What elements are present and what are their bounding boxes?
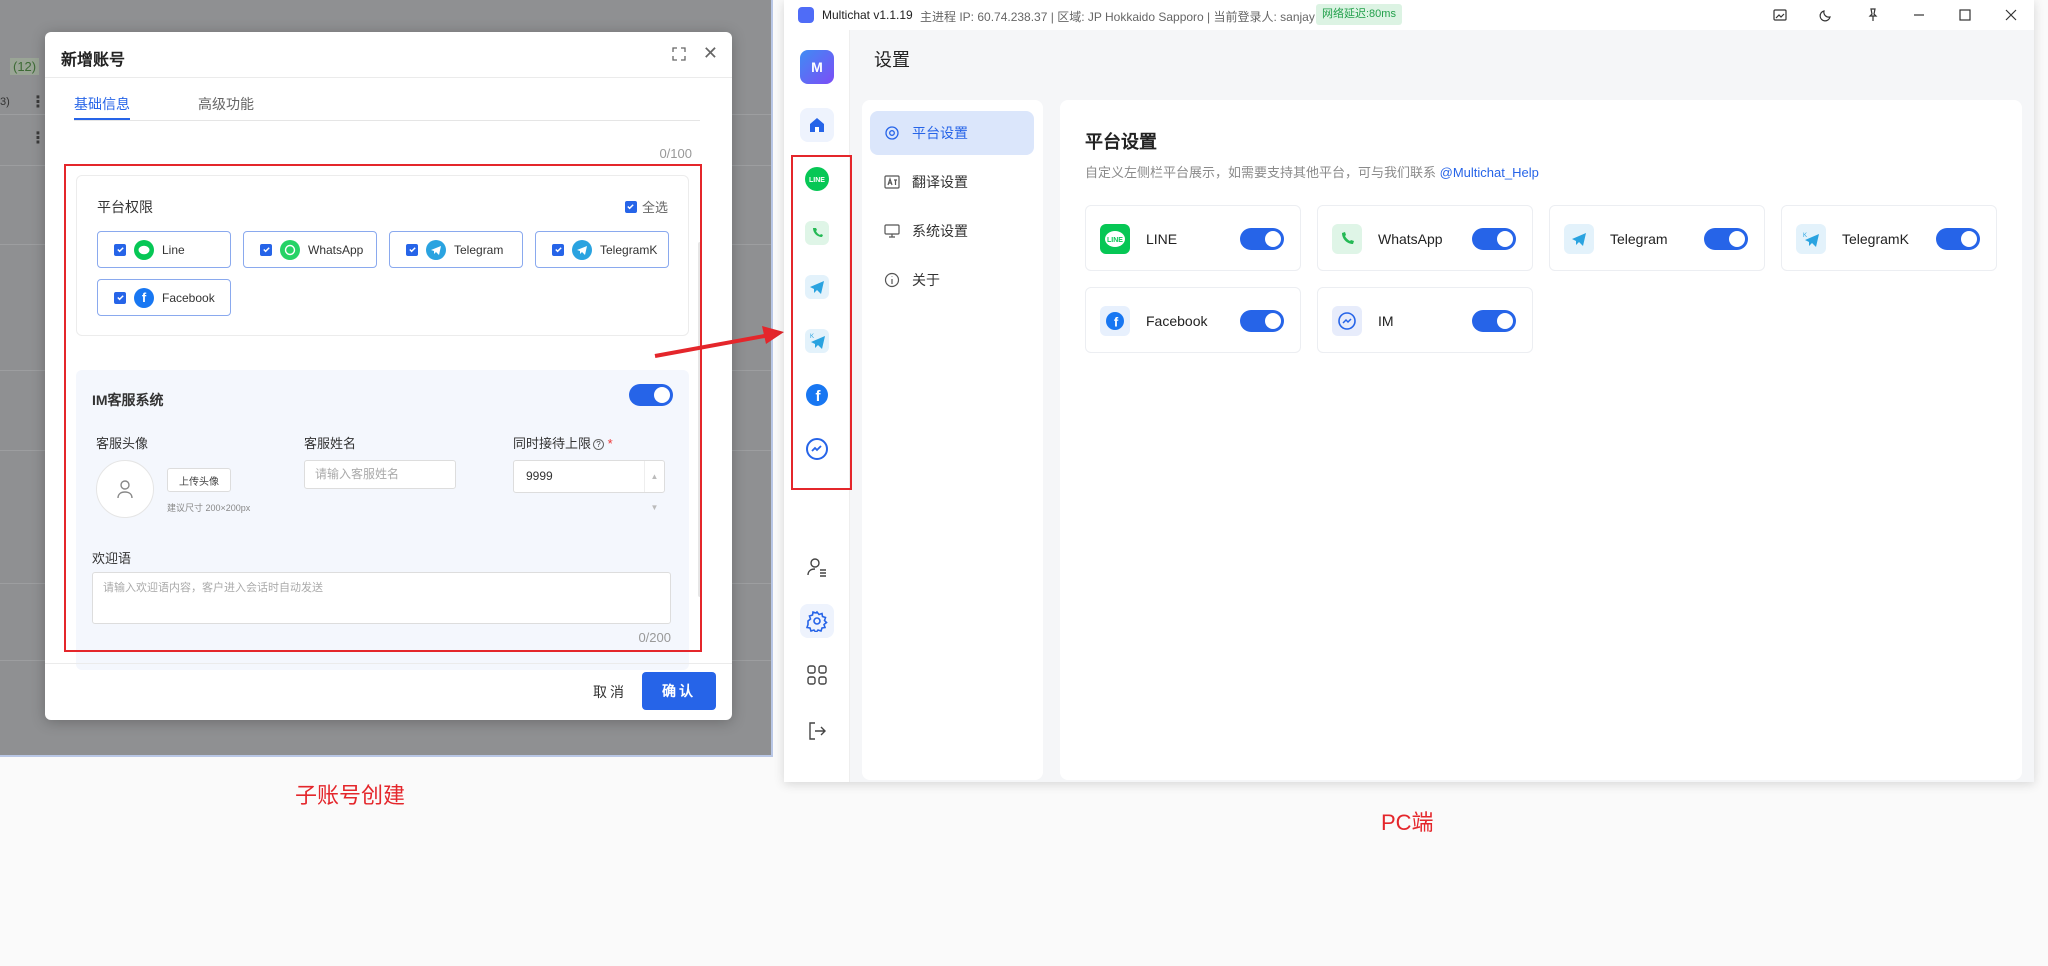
- char-counter: 0/100: [659, 146, 692, 161]
- gear-icon: [884, 125, 900, 141]
- platform-toggle[interactable]: [1704, 228, 1748, 250]
- close-icon[interactable]: ✕: [703, 44, 718, 62]
- svg-text:LINE: LINE: [1107, 237, 1123, 244]
- pin-icon[interactable]: [1864, 6, 1882, 24]
- app-title: Multichat v1.1.19: [822, 8, 913, 22]
- session-info: 主进程 IP: 60.74.238.37 | 区域: JP Hokkaido S…: [920, 10, 1315, 24]
- platform-name: TelegramK: [1842, 231, 1909, 247]
- translate-icon: [884, 174, 900, 190]
- nav-translation-settings[interactable]: 翻译设置: [870, 160, 1034, 204]
- platform-toggle[interactable]: [1472, 228, 1516, 250]
- platform-name: WhatsApp: [1378, 231, 1443, 247]
- page-title: 设置: [874, 50, 910, 70]
- support-link[interactable]: @Multichat_Help: [1440, 165, 1539, 180]
- platform-card-facebook: f Facebook: [1085, 287, 1301, 353]
- app-logo-icon: [798, 7, 814, 23]
- nav-platform-settings[interactable]: 平台设置: [870, 111, 1034, 155]
- platform-card-whatsapp: WhatsApp: [1317, 205, 1533, 271]
- screenshot-icon[interactable]: [1771, 6, 1789, 24]
- description-text: 自定义左侧栏平台展示，如需要支持其他平台，可与我们联系: [1085, 165, 1437, 180]
- highlight-box: [64, 164, 702, 652]
- tab-basic-info[interactable]: 基础信息: [74, 94, 130, 114]
- cancel-button[interactable]: 取消: [580, 674, 640, 710]
- tab-advanced[interactable]: 高级功能: [198, 94, 254, 114]
- nav-system-settings[interactable]: 系统设置: [870, 209, 1034, 253]
- line-icon: LINE: [1100, 224, 1130, 254]
- platform-card-telegram: Telegram: [1549, 205, 1765, 271]
- maximize-icon[interactable]: [1956, 6, 1974, 24]
- info-icon: [884, 272, 900, 288]
- logout-icon[interactable]: [800, 714, 834, 748]
- fullscreen-icon[interactable]: [671, 46, 687, 62]
- platform-toggle[interactable]: [1936, 228, 1980, 250]
- settings-nav: 平台设置 翻译设置 系统设置 关于: [862, 100, 1043, 780]
- facebook-icon: f: [1100, 306, 1130, 336]
- close-icon[interactable]: [2002, 6, 2020, 24]
- svg-text:f: f: [1114, 315, 1119, 330]
- page-header: 设置: [850, 30, 2034, 100]
- nav-label: 系统设置: [912, 223, 968, 239]
- modal-title: 新增账号: [61, 52, 126, 69]
- minimize-icon[interactable]: [1910, 6, 1928, 24]
- platform-name: LINE: [1146, 231, 1178, 247]
- nav-label: 关于: [912, 272, 940, 288]
- platform-settings-panel: 平台设置 自定义左侧栏平台展示，如需要支持其他平台，可与我们联系 @Multic…: [1060, 100, 2022, 780]
- confirm-button[interactable]: 确认: [642, 672, 716, 710]
- platform-toggle[interactable]: [1472, 310, 1516, 332]
- gear-icon[interactable]: [800, 604, 834, 638]
- title-bar: Multichat v1.1.19 主进程 IP: 60.74.238.37 |…: [784, 0, 2034, 30]
- section-title: 平台设置: [1085, 132, 1157, 152]
- background-count-badge: (12): [10, 58, 40, 75]
- nav-label: 平台设置: [912, 125, 968, 141]
- im-icon: [1332, 306, 1362, 336]
- platform-name: Telegram: [1610, 231, 1668, 247]
- background-text: 3): [0, 96, 10, 108]
- caption-subaccount: 子账号创建: [295, 783, 406, 808]
- user-list-icon[interactable]: [800, 550, 834, 584]
- more-icon: ⋮: [30, 94, 46, 111]
- apps-grid-icon[interactable]: [800, 658, 834, 692]
- highlight-box: [791, 155, 852, 490]
- platform-card-telegramk: K TelegramK: [1781, 205, 1997, 271]
- monitor-icon: [884, 223, 900, 239]
- telegramk-icon: K: [1796, 224, 1826, 254]
- caption-pc: PC端: [1381, 810, 1434, 835]
- multichat-app-window: Multichat v1.1.19 主进程 IP: 60.74.238.37 |…: [784, 0, 2034, 782]
- app-logo[interactable]: M: [800, 50, 834, 84]
- platform-card-im: IM: [1317, 287, 1533, 353]
- telegram-icon: [1564, 224, 1594, 254]
- nav-about[interactable]: 关于: [870, 258, 1034, 302]
- platform-card-line: LINE LINE: [1085, 205, 1301, 271]
- home-icon[interactable]: [800, 108, 834, 142]
- platform-toggle[interactable]: [1240, 310, 1284, 332]
- platform-name: IM: [1378, 313, 1394, 329]
- more-icon: ⋮: [30, 130, 46, 147]
- svg-text:K: K: [1803, 233, 1807, 239]
- latency-badge: 网络延迟:80ms: [1316, 4, 1402, 25]
- whatsapp-icon: [1332, 224, 1362, 254]
- arrow-annotation: [654, 326, 784, 358]
- platform-toggle[interactable]: [1240, 228, 1284, 250]
- platform-name: Facebook: [1146, 313, 1208, 329]
- section-description: 自定义左侧栏平台展示，如需要支持其他平台，可与我们联系 @Multichat_H…: [1085, 162, 1539, 181]
- nav-label: 翻译设置: [912, 174, 968, 190]
- moon-icon[interactable]: [1817, 6, 1835, 24]
